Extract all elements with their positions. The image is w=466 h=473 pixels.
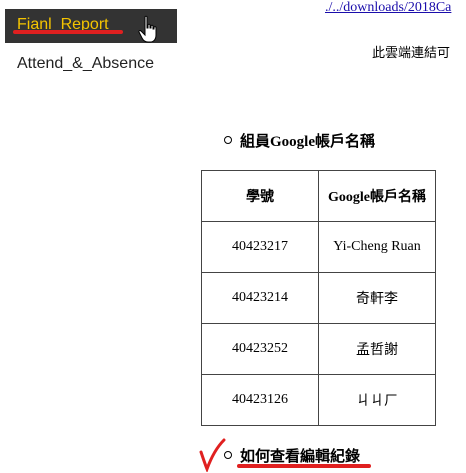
account-name-cell: ㄐㄐㄏ [318, 374, 436, 426]
section-heading-members: 組員Google帳戶名稱 [240, 134, 375, 150]
table-header-row: 學號 Google帳戶名稱 [201, 170, 436, 222]
list-bullet [224, 451, 232, 459]
student-id-cell: 40423214 [201, 272, 319, 324]
table-row: 40423214 奇軒李 [201, 272, 436, 324]
list-bullet [224, 136, 232, 144]
table-row: 40423217 Yi-Cheng Ruan [201, 221, 436, 273]
student-id-cell: 40423126 [201, 374, 319, 426]
annotation-underline [13, 30, 123, 34]
table-header-cell: 學號 [201, 170, 319, 222]
table-row: 40423126 ㄐㄐㄏ [201, 374, 436, 426]
account-name-cell: 奇軒李 [318, 272, 436, 324]
table-header-cell: Google帳戶名稱 [318, 170, 436, 222]
student-id-cell: 40423252 [201, 323, 319, 375]
downloads-link[interactable]: ./../downloads/2018Ca [325, 0, 451, 16]
student-id-cell: 40423217 [201, 221, 319, 273]
account-name-cell: 孟哲謝 [318, 323, 436, 375]
section-heading-edit-history: 如何查看編輯紀錄 [240, 449, 361, 465]
cloud-link-note: 此雲端連結可 [372, 46, 451, 61]
nav-item-attend-absence[interactable]: Attend_&_Absence [17, 55, 154, 73]
table-row: 40423252 孟哲謝 [201, 323, 436, 375]
hand-pointer-icon [138, 15, 157, 43]
account-name-cell: Yi-Cheng Ruan [318, 221, 436, 273]
members-table: 學號 Google帳戶名稱 40423217 Yi-Cheng Ruan 404… [201, 170, 436, 426]
annotation-underline [237, 464, 371, 468]
